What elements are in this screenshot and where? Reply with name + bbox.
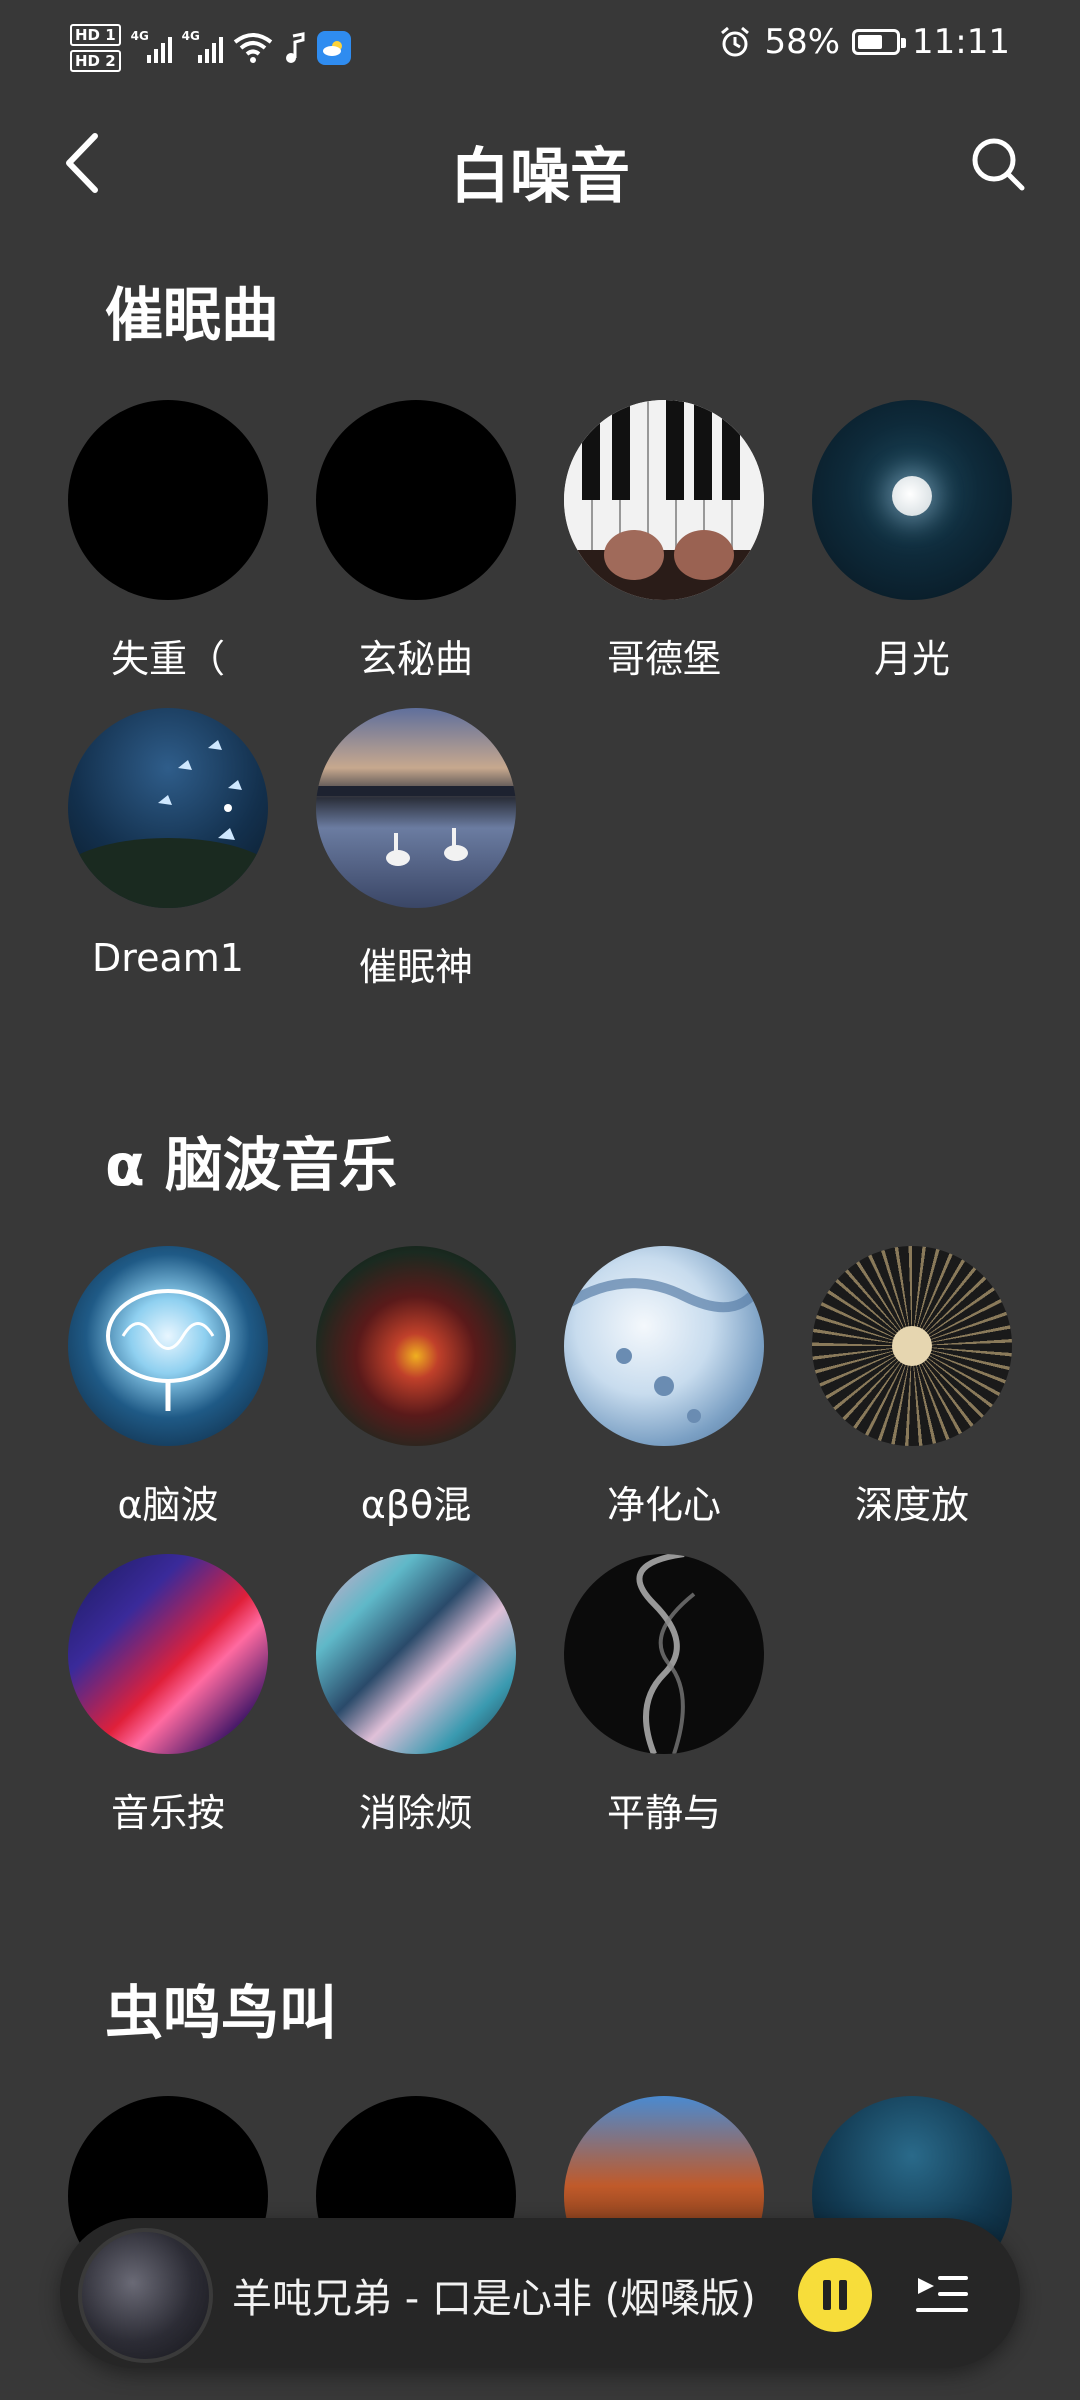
section-title-lullaby: 催眠曲 — [105, 281, 280, 349]
track-cover-swans — [316, 708, 516, 908]
search-button[interactable] — [966, 132, 1030, 196]
status-right: 58% 11:11 — [718, 22, 1010, 62]
status-left: HD 1 HD 2 4G 4G — [70, 20, 351, 76]
track-label: 深度放 — [854, 1483, 969, 1527]
track-label: αβθ混 — [360, 1483, 472, 1527]
music-note-icon — [285, 32, 305, 63]
track-label: 月光 — [873, 637, 950, 681]
track-cover-piano — [564, 400, 764, 600]
now-playing-title[interactable]: 羊吨兄弟 - 口是心非 (烟嗓版) — [232, 2266, 832, 2324]
playlist-button[interactable] — [912, 2264, 972, 2324]
track-cover-tunnel — [812, 1246, 1012, 1446]
track-label: 音乐按 — [110, 1791, 225, 1835]
status-bar: HD 1 HD 2 4G 4G 58% 11:11 — [0, 0, 1080, 96]
track-cover-brain — [68, 1246, 268, 1446]
track-cover-light — [68, 1554, 268, 1754]
track-cover-water — [564, 1246, 764, 1446]
track-item[interactable]: 玄秘曲 — [316, 400, 516, 683]
track-label: 催眠神 — [358, 945, 473, 989]
track-item[interactable]: 平静与 — [564, 1554, 764, 1837]
signal-icon-2: 4G — [182, 29, 223, 63]
hd-indicators: HD 1 HD 2 — [70, 24, 121, 72]
track-item[interactable]: 消除烦 — [316, 1554, 516, 1837]
track-item[interactable]: 音乐按 — [68, 1554, 268, 1837]
track-item[interactable]: 催眠神 — [316, 708, 516, 991]
track-cover-smoke — [564, 1554, 764, 1754]
pause-icon — [823, 2280, 831, 2310]
section-title-insects-birds: 虫鸣鸟叫 — [105, 1979, 338, 2047]
net2-label: 4G — [181, 29, 200, 43]
hd2-badge: HD 2 — [70, 50, 121, 72]
track-label: 净化心 — [606, 1483, 721, 1527]
status-time: 11:11 — [912, 22, 1010, 62]
track-cover-marble — [316, 1554, 516, 1754]
track-label: 消除烦 — [358, 1791, 473, 1835]
alarm-icon — [721, 26, 750, 57]
track-cover — [316, 400, 516, 600]
track-label: 失重（ — [110, 637, 225, 681]
track-item[interactable]: 净化心 — [564, 1246, 764, 1529]
mini-player[interactable]: 羊吨兄弟 - 口是心非 (烟嗓版) — [60, 2218, 1020, 2368]
track-item[interactable]: αβθ混 — [316, 1246, 516, 1529]
track-cover-particles — [316, 1246, 516, 1446]
track-cover-moon — [812, 400, 1012, 600]
section-title-alpha-waves: α 脑波音乐 — [105, 1131, 398, 1199]
hd1-badge: HD 1 — [70, 24, 121, 46]
track-item[interactable]: α脑波 — [68, 1246, 268, 1529]
playlist-icon — [916, 2276, 968, 2312]
track-item[interactable]: Dream1 — [68, 708, 268, 980]
net1-label: 4G — [130, 29, 149, 43]
battery-percent: 58% — [764, 22, 841, 62]
wifi-icon — [233, 33, 272, 63]
search-icon — [972, 138, 1025, 191]
battery-icon — [852, 29, 907, 55]
app-header: 白噪音 — [0, 110, 1080, 220]
track-label: Dream1 — [92, 936, 244, 980]
track-label: 平静与 — [606, 1791, 721, 1835]
pause-button[interactable] — [798, 2258, 872, 2332]
track-item[interactable]: 月光 — [812, 400, 1012, 683]
signal-icon: 4G — [131, 29, 172, 63]
weather-app-icon — [316, 31, 351, 65]
track-label: α脑波 — [117, 1483, 219, 1527]
track-item[interactable]: 失重（ — [68, 400, 268, 683]
track-label: 哥德堡 — [606, 637, 721, 681]
page-title: 白噪音 — [450, 142, 630, 212]
track-cover — [68, 400, 268, 600]
track-item[interactable]: 哥德堡 — [564, 400, 764, 683]
track-label: 玄秘曲 — [358, 637, 473, 681]
now-playing-cover[interactable] — [78, 2228, 213, 2363]
track-item[interactable]: 深度放 — [812, 1246, 1012, 1529]
track-cover-butterflies — [68, 708, 268, 908]
